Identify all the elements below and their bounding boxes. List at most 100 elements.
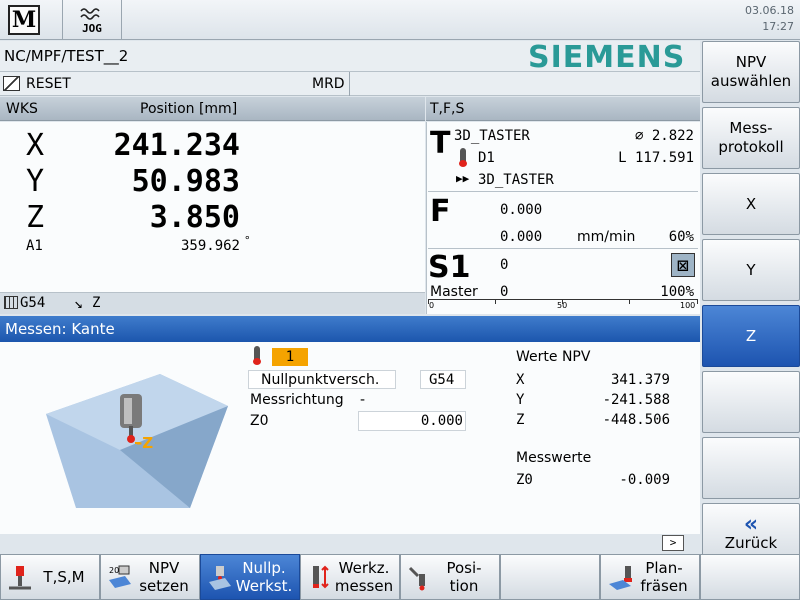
softkey-empty-h6[interactable] — [500, 554, 600, 600]
zero-offset-value[interactable]: G54 — [420, 370, 466, 389]
tool-name: 3D_TASTER — [454, 128, 530, 144]
siemens-logo: SIEMENS — [528, 40, 686, 75]
face-milling-icon — [609, 566, 632, 590]
aux-axis-name: A1 — [26, 238, 43, 254]
z0-input[interactable]: 0.000 — [358, 411, 466, 431]
date-display: 03.06.18 — [745, 4, 794, 17]
channel-status-bar — [0, 72, 700, 96]
channel-status: RESET — [26, 76, 71, 92]
npv-axis-z: Z — [516, 412, 525, 428]
npv-value-z: -448.506 — [602, 412, 670, 428]
feed-unit: mm/min — [577, 229, 636, 245]
position-icon — [408, 566, 425, 591]
spindle-speed: 0 — [500, 257, 509, 273]
measured-title: Messwerte — [516, 450, 592, 466]
program-path: NC/MPF/TEST__2 — [4, 47, 129, 65]
axis-y-value: 50.983 — [131, 164, 240, 199]
axis-z-value: 3.850 — [149, 200, 240, 235]
softkey-tsm[interactable]: T,S,M — [0, 554, 100, 600]
tfs-divider — [428, 191, 698, 192]
tool-edge: D1 — [478, 150, 495, 166]
softkey-nullp-werkst[interactable]: Nullp. Werkst. — [200, 554, 300, 600]
softkey-x[interactable]: X — [702, 173, 800, 235]
softkey-position[interactable]: Posi- tion — [400, 554, 500, 600]
measured-value-z0: -0.009 — [619, 472, 670, 488]
tool-probe-icon — [459, 148, 467, 167]
scale-label-mid: 50 — [557, 301, 568, 310]
npv-axis-y: Y — [516, 392, 525, 408]
feed-setpoint: 0.000 — [500, 229, 543, 245]
softkey-planfraesen[interactable]: Plan- fräsen — [600, 554, 700, 600]
npv-value-x: 341.379 — [610, 372, 670, 388]
tool-axis-icon: ↘ — [74, 294, 84, 312]
softkey-zurueck-label: Zurück — [724, 533, 778, 552]
reset-status-icon — [3, 76, 20, 91]
npv-axis-x: X — [516, 372, 525, 388]
tool-spindle-icon — [9, 566, 31, 590]
axis-y-name: Y — [26, 164, 45, 199]
direction-label: Messrichtung — [250, 392, 344, 408]
scale-tick — [697, 299, 698, 304]
machine-area-icon[interactable]: M — [8, 5, 40, 35]
graphic-axis-label: -Z — [136, 434, 154, 452]
program-status: MRD — [312, 76, 345, 92]
svg-text:20: 20 — [109, 566, 119, 575]
spindle-master-label: Master — [430, 284, 478, 300]
softkey-position-label: Posi- tion — [446, 559, 482, 595]
axis-z-name: Z — [26, 200, 45, 235]
softkey-npv-setzen-label: NPV setzen — [139, 559, 189, 595]
aux-axis-unit: ° — [244, 234, 251, 247]
active-frame-bar — [0, 292, 425, 314]
axis-x-name: X — [26, 128, 45, 163]
measure-window-title: Messen: Kante — [0, 316, 700, 342]
axis-x-value: 241.234 — [113, 128, 240, 163]
softkey-npv-setzen[interactable]: 20 NPV setzen — [100, 554, 200, 600]
time-display: 17:27 — [762, 20, 794, 33]
softkey-werkz-messen[interactable]: Werkz. messen — [300, 554, 400, 600]
tfs-title: T,F,S — [430, 101, 465, 117]
softkey-empty-7[interactable] — [702, 437, 800, 499]
tool-letter: T — [430, 126, 451, 161]
softkey-planfraesen-label: Plan- fräsen — [640, 559, 688, 595]
double-chevron-left-icon: « — [743, 511, 759, 537]
softkey-npv-auswaehlen[interactable]: NPV auswählen — [702, 41, 800, 103]
z0-label: Z0 — [250, 413, 269, 429]
direction-value[interactable]: - — [360, 392, 365, 408]
spindle-stop-icon: ⊠ — [671, 253, 695, 277]
tfs-panel-header — [426, 97, 700, 121]
next-tool-icon: ▶▶ — [456, 172, 470, 185]
tool-diameter: ⌀ 2.822 — [634, 128, 694, 144]
softkey-y[interactable]: Y — [702, 239, 800, 301]
feed-override: 60% — [668, 229, 694, 245]
spindle-override: 100% — [660, 284, 694, 300]
npv-value-y: -241.588 — [602, 392, 670, 408]
softkey-werkz-messen-label: Werkz. messen — [334, 559, 394, 595]
feed-letter: F — [430, 194, 451, 229]
status-divider — [349, 72, 350, 96]
aux-axis-value: 359.962 — [180, 238, 240, 254]
softkey-z[interactable]: Z — [702, 305, 800, 367]
spindle-letter: S1 — [428, 250, 471, 285]
scale-tick — [495, 299, 496, 304]
scale-label-max: 100 — [680, 301, 696, 310]
next-tool-name: 3D_TASTER — [478, 172, 554, 188]
spindle-load: 0 — [500, 284, 509, 300]
tool-number-field[interactable]: 1 — [272, 348, 308, 366]
tool-measure-icon — [313, 565, 329, 589]
npv-set-icon: 20 — [109, 565, 131, 588]
coordinate-system-label: WKS — [6, 101, 38, 117]
position-unit-label: Position [mm] — [140, 101, 238, 117]
softkey-empty-h8[interactable] — [700, 554, 800, 600]
measured-axis-z0: Z0 — [516, 472, 533, 488]
active-frame: G54 — [20, 295, 46, 311]
npv-title: Werte NPV — [516, 349, 591, 365]
operating-mode-indicator[interactable]: JOG — [62, 0, 122, 40]
frame-icon — [4, 296, 18, 309]
softkey-empty-6[interactable] — [702, 371, 800, 433]
scroll-right-button[interactable]: > — [662, 535, 684, 551]
softkey-messprotokoll[interactable]: Mess- protokoll — [702, 107, 800, 169]
mode-label: JOG — [82, 21, 102, 35]
feed-actual: 0.000 — [500, 202, 543, 218]
tool-direction: Z — [92, 295, 101, 311]
zero-offset-selector[interactable]: Nullpunktversch. — [248, 370, 396, 389]
